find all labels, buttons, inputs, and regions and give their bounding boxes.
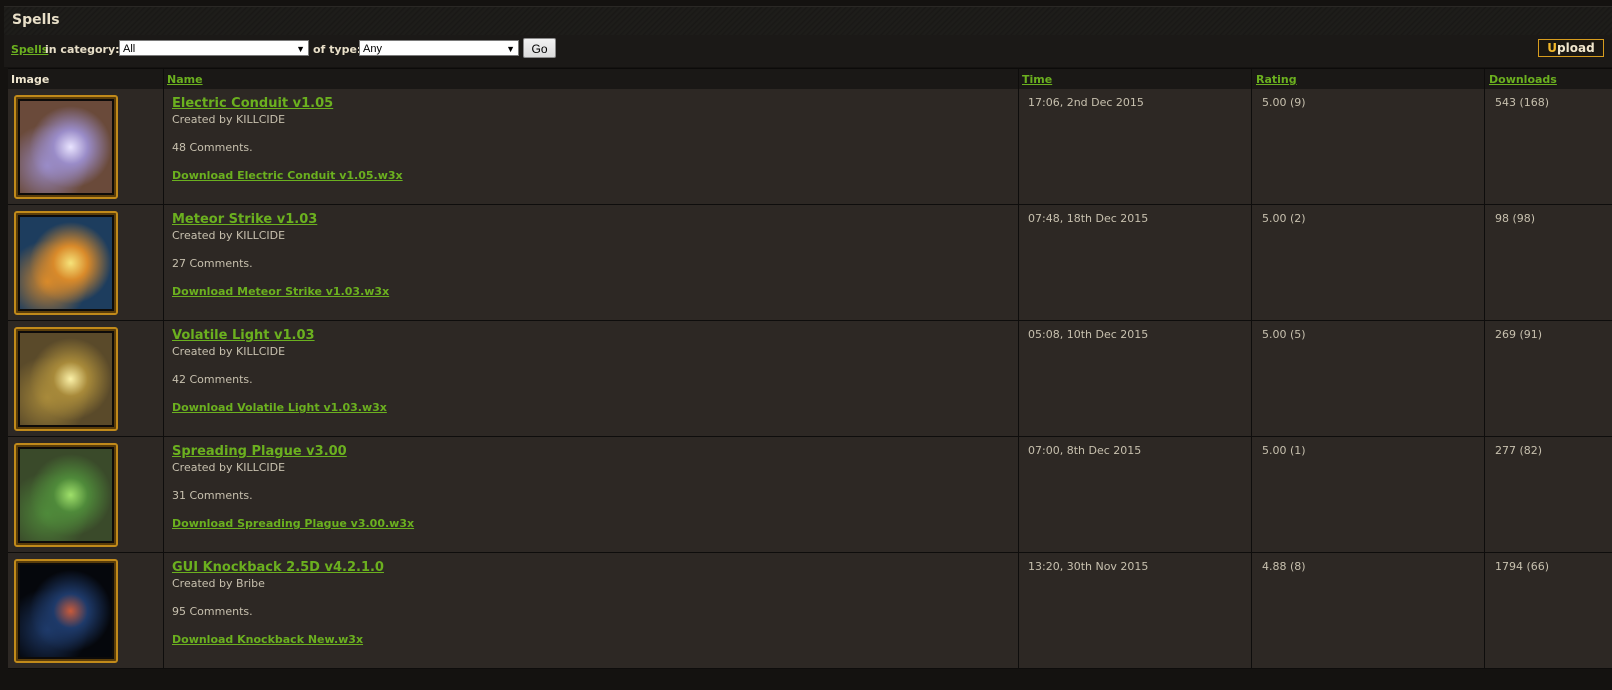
- spell-rating: 4.88 (8): [1262, 560, 1306, 573]
- page-frame: Spells Spells in category: All ▼ of type…: [0, 0, 1612, 690]
- spell-title-link[interactable]: Volatile Light v1.03: [172, 328, 315, 343]
- column-divider: [1018, 89, 1019, 204]
- column-divider: [163, 321, 164, 436]
- filter-bar: Spells in category: All ▼ of type: Any ▼…: [4, 35, 1612, 67]
- spell-comments-count: 27 Comments.: [172, 257, 253, 270]
- table-row: Electric Conduit v1.05 Created by KILLCI…: [8, 89, 1612, 205]
- section-header: Spells: [4, 6, 1612, 36]
- spell-comments-count: 95 Comments.: [172, 605, 253, 618]
- spell-download-link[interactable]: Download Electric Conduit v1.05.w3x: [172, 169, 403, 182]
- column-divider: [1018, 321, 1019, 436]
- spell-thumbnail[interactable]: [14, 95, 118, 199]
- spell-author: Created by KILLCIDE: [172, 345, 286, 358]
- column-header-name[interactable]: Name: [167, 73, 203, 86]
- table-row: GUI Knockback 2.5D v4.2.1.0 Created by B…: [8, 553, 1612, 669]
- column-divider: [1018, 553, 1019, 668]
- column-divider: [1484, 69, 1485, 89]
- column-divider: [1484, 89, 1485, 204]
- type-select-value: Any: [363, 43, 382, 55]
- category-select[interactable]: All ▼: [119, 40, 309, 56]
- table-row: Spreading Plague v3.00 Created by KILLCI…: [8, 437, 1612, 553]
- spell-comments-count: 42 Comments.: [172, 373, 253, 386]
- upload-button[interactable]: Upload: [1538, 39, 1604, 57]
- section-title: Spells: [12, 12, 60, 28]
- spell-screenshot-image: [20, 217, 112, 309]
- spell-time: 07:00, 8th Dec 2015: [1028, 444, 1142, 457]
- category-label: in category:: [45, 43, 120, 56]
- column-divider: [163, 205, 164, 320]
- spell-screenshot-image: [20, 449, 112, 541]
- column-divider: [1251, 437, 1252, 552]
- column-divider: [163, 437, 164, 552]
- spell-download-link[interactable]: Download Knockback New.w3x: [172, 633, 363, 646]
- column-divider: [163, 69, 164, 89]
- column-divider: [1018, 69, 1019, 89]
- spell-rating: 5.00 (2): [1262, 212, 1306, 225]
- spell-title-link[interactable]: Spreading Plague v3.00: [172, 444, 347, 459]
- spell-author: Created by KILLCIDE: [172, 229, 286, 242]
- category-select-value: All: [123, 43, 136, 55]
- column-divider: [1018, 437, 1019, 552]
- spell-author: Created by KILLCIDE: [172, 461, 286, 474]
- spell-rating: 5.00 (1): [1262, 444, 1306, 457]
- column-header-time[interactable]: Time: [1022, 73, 1052, 86]
- spell-rating: 5.00 (5): [1262, 328, 1306, 341]
- spell-download-link[interactable]: Download Spreading Plague v3.00.w3x: [172, 517, 414, 530]
- column-divider: [1251, 205, 1252, 320]
- spell-thumbnail[interactable]: [14, 559, 118, 663]
- spell-screenshot-image: [20, 101, 112, 193]
- column-divider: [1251, 553, 1252, 668]
- spell-title-link[interactable]: GUI Knockback 2.5D v4.2.1.0: [172, 560, 384, 575]
- type-select[interactable]: Any ▼: [359, 40, 519, 56]
- column-divider: [1484, 205, 1485, 320]
- spell-author: Created by Bribe: [172, 577, 265, 590]
- spell-thumbnail[interactable]: [14, 443, 118, 547]
- spell-downloads: 269 (91): [1495, 328, 1543, 341]
- spell-comments-count: 31 Comments.: [172, 489, 253, 502]
- column-divider: [1251, 89, 1252, 204]
- column-header-image: Image: [11, 73, 50, 86]
- spell-rating: 5.00 (9): [1262, 96, 1306, 109]
- column-divider: [1251, 321, 1252, 436]
- dropdown-arrow-icon: ▼: [506, 44, 515, 54]
- column-divider: [163, 553, 164, 668]
- spell-downloads: 98 (98): [1495, 212, 1536, 225]
- spell-download-link[interactable]: Download Meteor Strike v1.03.w3x: [172, 285, 389, 298]
- spells-link[interactable]: Spells: [11, 43, 48, 56]
- column-header-rating[interactable]: Rating: [1256, 73, 1297, 86]
- spell-screenshot-image: [20, 333, 112, 425]
- spell-author: Created by KILLCIDE: [172, 113, 286, 126]
- table-row: Meteor Strike v1.03 Created by KILLCIDE …: [8, 205, 1612, 321]
- table-header: Image Name Time Rating Downloads: [8, 68, 1612, 90]
- spell-downloads: 543 (168): [1495, 96, 1550, 109]
- spell-time: 17:06, 2nd Dec 2015: [1028, 96, 1144, 109]
- spell-comments-count: 48 Comments.: [172, 141, 253, 154]
- spell-title-link[interactable]: Electric Conduit v1.05: [172, 96, 333, 111]
- spell-time: 13:20, 30th Nov 2015: [1028, 560, 1149, 573]
- go-button[interactable]: Go: [523, 38, 556, 58]
- spell-title-link[interactable]: Meteor Strike v1.03: [172, 212, 317, 227]
- column-divider: [1484, 321, 1485, 436]
- spell-time: 05:08, 10th Dec 2015: [1028, 328, 1149, 341]
- spell-thumbnail[interactable]: [14, 211, 118, 315]
- upload-button-initial: U: [1547, 41, 1558, 55]
- column-divider: [163, 89, 164, 204]
- spell-download-link[interactable]: Download Volatile Light v1.03.w3x: [172, 401, 387, 414]
- column-header-downloads[interactable]: Downloads: [1489, 73, 1557, 86]
- table-row: Volatile Light v1.03 Created by KILLCIDE…: [8, 321, 1612, 437]
- dropdown-arrow-icon: ▼: [296, 44, 305, 54]
- column-divider: [1484, 553, 1485, 668]
- column-divider: [1018, 205, 1019, 320]
- spell-downloads: 1794 (66): [1495, 560, 1550, 573]
- column-divider: [1251, 69, 1252, 89]
- column-divider: [1484, 437, 1485, 552]
- upload-button-label: pload: [1557, 41, 1595, 55]
- spell-time: 07:48, 18th Dec 2015: [1028, 212, 1149, 225]
- type-label: of type:: [313, 43, 362, 56]
- spell-screenshot-image: [20, 565, 112, 657]
- spell-downloads: 277 (82): [1495, 444, 1543, 457]
- spell-thumbnail[interactable]: [14, 327, 118, 431]
